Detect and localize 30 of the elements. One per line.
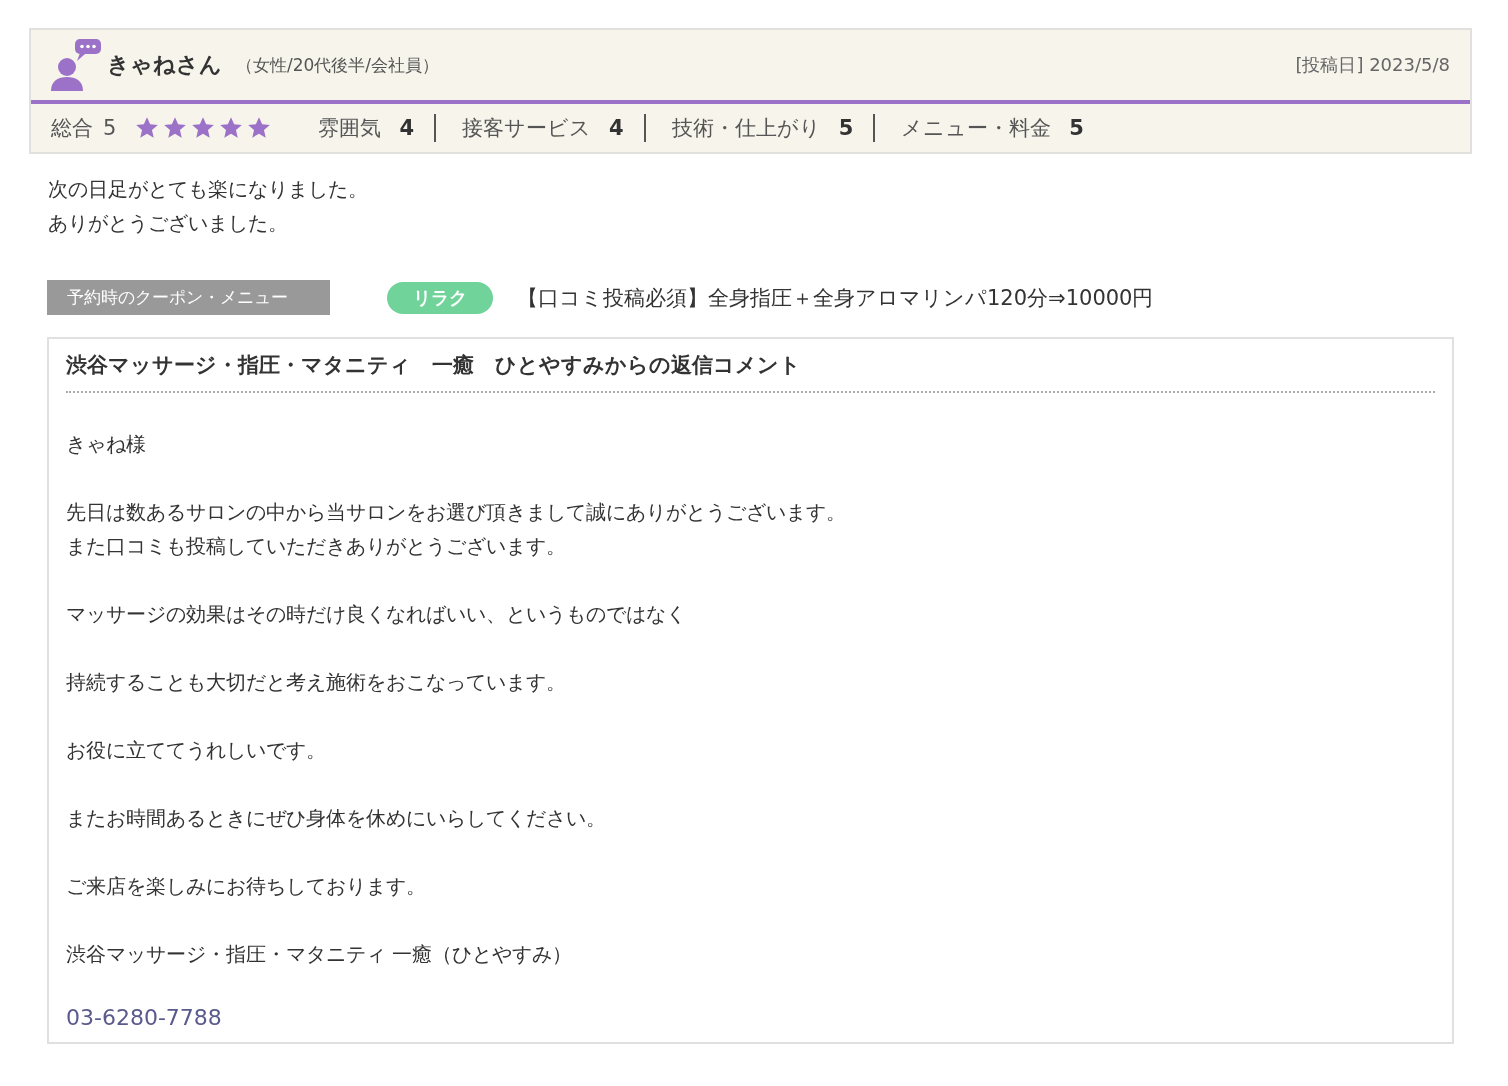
reply-text: 持続することも大切だと考え施術をおこなっています。 — [66, 669, 567, 696]
coupon-label: 予約時のクーポン・メニュー — [47, 280, 330, 315]
review-text: 次の日足がとても楽になりました。 — [48, 176, 369, 203]
reply-text: 先日は数あるサロンの中から当サロンをお選び頂きまして誠にありがとうございます。 — [66, 499, 847, 526]
reply-text: 渋谷マッサージ・指圧・マタニティ 一癒（ひとやすみ） — [66, 941, 574, 968]
rating-label: 雰囲気 — [318, 115, 382, 142]
rating-score: 4 — [609, 116, 624, 140]
reply-text: またお時間あるときにぜひ身体を休めにいらしてください。 — [66, 805, 607, 832]
rating-label: 技術・仕上がり — [671, 115, 821, 142]
review-text: ありがとうございました。 — [48, 210, 289, 237]
rating-label: 総合 — [51, 115, 93, 142]
reply-text: マッサージの効果はその時だけ良くなればいい、というものではなく — [66, 601, 687, 628]
rating-score: 4 — [399, 116, 414, 140]
reply-text: お役に立ててうれしいです。 — [66, 737, 327, 764]
rating-score: 5 — [1069, 116, 1084, 140]
post-date: [投稿日] 2023/5/8 — [1295, 53, 1450, 77]
phone-number: 03-6280-7788 — [66, 1005, 223, 1030]
reply-text: また口コミも投稿していただきありがとうございます。 — [66, 533, 567, 560]
reply-text: きゃね様 — [66, 431, 147, 458]
rating-score: 5 — [838, 116, 854, 140]
rating-label: 接客サービス — [462, 115, 591, 142]
rating-score: 5 — [103, 116, 117, 140]
coupon-title: 【口コミ投稿必須】全身指圧＋全身アロマリンパ120分⇒10000円 — [517, 284, 1154, 312]
reply-title: 渋谷マッサージ・指圧・マタニティ 一癒 ひとやすみからの返信コメント — [66, 351, 1435, 393]
category-tag: リラク — [387, 281, 493, 314]
reviewer-profile: （女性/20代後半/会社員） — [236, 53, 440, 77]
rating-label: メニュー・料金 — [901, 115, 1052, 142]
user-comment-icon — [49, 39, 101, 91]
reviewer-name: きゃねさん — [107, 51, 222, 79]
reply-text: ご来店を楽しみにお待ちしております。 — [66, 873, 427, 900]
